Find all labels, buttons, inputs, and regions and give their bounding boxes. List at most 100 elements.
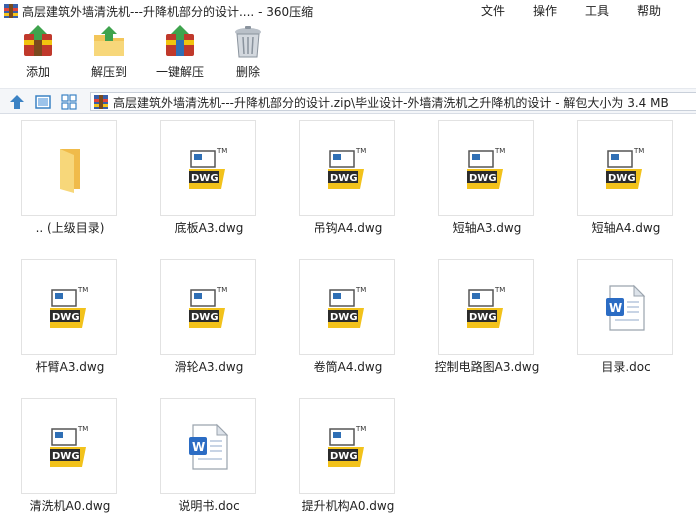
dwg-file-icon: TM DWG [189, 147, 227, 189]
extract-to-folder-icon [94, 26, 124, 56]
svg-text:TM: TM [355, 425, 366, 433]
file-grid: .. (上级目录) TM DWG 底板A3.dwg TM DWG 吊钩A4.dw… [0, 114, 696, 525]
svg-text:DWG: DWG [191, 173, 219, 184]
menu-file[interactable]: 文件 [481, 2, 505, 19]
extract-to-button[interactable]: 解压到 [86, 24, 132, 86]
dwg-file-icon: TM DWG [328, 147, 366, 189]
menu-tools[interactable]: 工具 [585, 2, 609, 19]
delete-button[interactable]: 删除 [228, 24, 268, 86]
dwg-file-icon: TM DWG [50, 286, 88, 328]
svg-text:DWG: DWG [52, 451, 80, 462]
file-item-dwg[interactable]: TM DWG 底板A3.dwg [149, 114, 269, 244]
file-name: 卷筒A4.dwg [313, 360, 383, 374]
one-click-extract-icon [166, 25, 194, 56]
word-document-icon: W [189, 423, 229, 470]
dwg-file-icon: TM DWG [328, 286, 366, 328]
file-thumb: W [160, 398, 256, 494]
file-thumb: TM DWG [438, 259, 534, 355]
file-name: 提升机构A0.dwg [301, 499, 395, 513]
dwg-file-icon: TM DWG [189, 286, 227, 328]
up-arrow-icon[interactable] [8, 93, 26, 111]
folder-icon [60, 149, 80, 193]
svg-text:DWG: DWG [330, 451, 358, 462]
file-thumb: TM DWG [21, 259, 117, 355]
dwg-file-icon: TM DWG [606, 147, 644, 189]
word-document-icon: W [606, 284, 646, 331]
add-label: 添加 [25, 65, 50, 79]
file-thumb [21, 120, 117, 216]
address-bar: 高层建筑外墙清洗机---升降机部分的设计.zip\毕业设计-外墙清洗机之升降机的… [0, 88, 696, 114]
file-name: 清洗机A0.dwg [29, 499, 111, 513]
window-title: 高层建筑外墙清洗机---升降机部分的设计.... - 360压缩 [22, 5, 314, 19]
svg-text:TM: TM [633, 147, 644, 155]
file-thumb: TM DWG [299, 259, 395, 355]
svg-text:W: W [192, 440, 205, 454]
file-item-parent-dir[interactable]: .. (上级目录) [10, 114, 130, 244]
one-click-extract-label: 一键解压 [155, 65, 204, 79]
svg-text:DWG: DWG [330, 312, 358, 323]
svg-text:TM: TM [355, 147, 366, 155]
svg-text:DWG: DWG [52, 312, 80, 323]
file-name: 底板A3.dwg [174, 221, 244, 235]
dwg-file-icon: TM DWG [50, 425, 88, 467]
file-item-dwg[interactable]: TM DWG 控制电路图A3.dwg [427, 253, 547, 383]
svg-text:TM: TM [216, 147, 227, 155]
file-thumb: TM DWG [299, 398, 395, 494]
delete-label: 删除 [235, 65, 260, 79]
add-button[interactable]: 添加 [18, 24, 58, 86]
toolbar: 添加 解压到 一键解压 删除 [0, 22, 696, 88]
file-thumb: TM DWG [160, 259, 256, 355]
svg-text:DWG: DWG [608, 173, 636, 184]
file-name: .. (上级目录) [35, 221, 105, 235]
file-name: 目录.doc [601, 360, 651, 374]
svg-text:DWG: DWG [469, 312, 497, 323]
large-icon-view-icon[interactable] [34, 93, 52, 111]
add-archive-icon [24, 25, 52, 56]
archive-app-icon [4, 4, 18, 18]
file-item-dwg[interactable]: TM DWG 短轴A3.dwg [427, 114, 547, 244]
file-item-doc[interactable]: W 说明书.doc [149, 392, 269, 522]
menu-operate[interactable]: 操作 [533, 2, 557, 19]
trash-bin-icon [235, 26, 261, 58]
file-item-dwg[interactable]: TM DWG 滑轮A3.dwg [149, 253, 269, 383]
path-text: 高层建筑外墙清洗机---升降机部分的设计.zip\毕业设计-外墙清洗机之升降机的… [113, 96, 669, 110]
svg-text:DWG: DWG [191, 312, 219, 323]
one-click-extract-button[interactable]: 一键解压 [152, 24, 208, 86]
svg-text:DWG: DWG [469, 173, 497, 184]
file-item-dwg[interactable]: TM DWG 清洗机A0.dwg [10, 392, 130, 522]
file-name: 说明书.doc [178, 499, 240, 513]
svg-text:TM: TM [355, 286, 366, 294]
file-thumb: TM DWG [438, 120, 534, 216]
menu-help[interactable]: 帮助 [637, 2, 661, 19]
file-name: 滑轮A3.dwg [174, 360, 244, 374]
path-field[interactable]: 高层建筑外墙清洗机---升降机部分的设计.zip\毕业设计-外墙清洗机之升降机的… [90, 92, 696, 111]
svg-text:W: W [609, 301, 622, 315]
file-name: 短轴A3.dwg [452, 221, 522, 235]
file-item-dwg[interactable]: TM DWG 短轴A4.dwg [566, 114, 686, 244]
grid-view-icon[interactable] [60, 93, 78, 111]
archive-path-icon [94, 95, 108, 109]
extract-to-label: 解压到 [90, 65, 127, 79]
svg-text:TM: TM [216, 286, 227, 294]
svg-text:TM: TM [77, 286, 88, 294]
file-thumb: TM DWG [21, 398, 117, 494]
svg-text:TM: TM [77, 425, 88, 433]
file-thumb: W [577, 259, 673, 355]
svg-text:TM: TM [494, 286, 505, 294]
file-name: 控制电路图A3.dwg [434, 360, 540, 374]
file-thumb: TM DWG [299, 120, 395, 216]
file-name: 杆臂A3.dwg [35, 360, 105, 374]
file-item-dwg[interactable]: TM DWG 吊钩A4.dwg [288, 114, 408, 244]
dwg-file-icon: TM DWG [328, 425, 366, 467]
file-thumb: TM DWG [577, 120, 673, 216]
file-item-dwg[interactable]: TM DWG 卷筒A4.dwg [288, 253, 408, 383]
dwg-file-icon: TM DWG [467, 286, 505, 328]
file-item-dwg[interactable]: TM DWG 杆臂A3.dwg [10, 253, 130, 383]
file-thumb: TM DWG [160, 120, 256, 216]
file-item-dwg[interactable]: TM DWG 提升机构A0.dwg [288, 392, 408, 522]
file-item-doc[interactable]: W 目录.doc [566, 253, 686, 383]
svg-text:DWG: DWG [330, 173, 358, 184]
svg-text:TM: TM [494, 147, 505, 155]
dwg-file-icon: TM DWG [467, 147, 505, 189]
file-name: 吊钩A4.dwg [313, 221, 383, 235]
